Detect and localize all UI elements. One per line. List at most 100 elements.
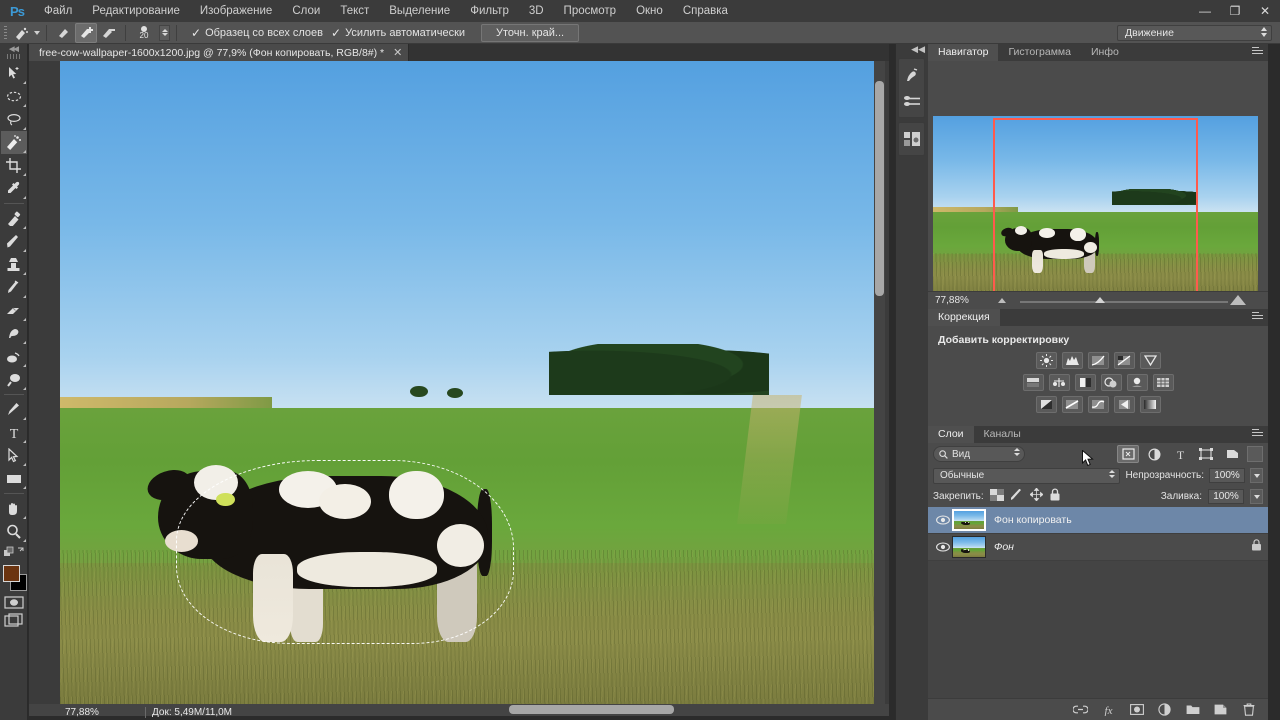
lock-all-icon[interactable] [1049, 487, 1061, 506]
menu-item-layers[interactable]: Слои [282, 0, 330, 22]
options-bar-grip[interactable] [0, 22, 10, 44]
lock-transparent-pixels-icon[interactable] [989, 488, 1004, 506]
vibrance-icon[interactable] [1139, 352, 1161, 369]
canvas-vertical-scrollbar[interactable] [874, 61, 885, 704]
lock-image-pixels-icon[interactable] [1010, 488, 1024, 506]
color-lookup-icon[interactable] [1152, 374, 1174, 391]
zoom-tool[interactable] [1, 520, 27, 543]
invert-icon[interactable] [1035, 396, 1057, 413]
selective-color-icon[interactable] [1113, 396, 1135, 413]
layer-mask-icon[interactable] [1129, 702, 1144, 717]
selection-mode-subtract-button[interactable] [97, 23, 119, 43]
brush-size-preview[interactable]: 20 [132, 23, 156, 43]
history-brush-tool[interactable] [1, 276, 27, 299]
delete-layer-icon[interactable] [1241, 702, 1256, 717]
hue-saturation-icon[interactable] [1022, 374, 1044, 391]
gradient-tool[interactable] [1, 322, 27, 345]
foreground-color-swatch[interactable] [2, 565, 20, 582]
cow-subject[interactable] [143, 428, 525, 647]
smart-object-filter-icon[interactable] [1221, 445, 1243, 463]
close-button[interactable]: ✕ [1250, 0, 1280, 22]
table-row[interactable]: Фон [928, 534, 1268, 561]
lock-position-icon[interactable] [1029, 486, 1044, 506]
navigator-panel-menu-icon[interactable] [1252, 47, 1263, 54]
sample-all-layers-checkbox[interactable]: ✓ Образец со всех слоев [191, 26, 323, 40]
layer-filter-toggle[interactable] [1247, 446, 1263, 462]
brush-tool[interactable] [1, 230, 27, 253]
lasso-tool[interactable] [1, 108, 27, 131]
status-doc-size[interactable]: Док: 5,49М/11,0М [152, 707, 232, 718]
layer-style-icon[interactable]: fx [1101, 702, 1116, 717]
auto-enhance-checkbox[interactable]: ✓ Усилить автоматически [331, 26, 465, 40]
screen-mode-icon[interactable] [1, 611, 27, 629]
vertical-scroll-thumb[interactable] [875, 81, 884, 296]
color-balance-icon[interactable] [1048, 374, 1070, 391]
eraser-tool[interactable] [1, 299, 27, 322]
crop-tool[interactable] [1, 154, 27, 177]
layer-filter-type-select[interactable]: Вид [933, 446, 1025, 462]
close-document-icon[interactable]: ✕ [393, 46, 402, 59]
tab-info[interactable]: Инфо [1080, 44, 1129, 61]
type-tool[interactable]: T [1, 421, 27, 444]
table-row[interactable]: Фон копировать [928, 507, 1268, 534]
color-swatches[interactable] [1, 565, 27, 593]
refine-edge-button[interactable]: Уточн. край... [481, 23, 580, 42]
brush-size-stepper[interactable] [159, 24, 170, 41]
blur-tool[interactable] [1, 345, 27, 368]
brightness-contrast-icon[interactable] [1035, 352, 1057, 369]
pixel-filter-icon[interactable] [1117, 445, 1139, 463]
selection-mode-add-button[interactable] [75, 22, 97, 43]
rail-collapse-button[interactable]: ◀◀ [896, 44, 928, 54]
threshold-icon[interactable] [1087, 396, 1109, 413]
opacity-value[interactable]: 100% [1209, 468, 1245, 483]
tab-histogram[interactable]: Гистограмма [998, 44, 1081, 61]
dodge-tool[interactable] [1, 368, 27, 391]
tab-channels[interactable]: Каналы [973, 426, 1031, 443]
pen-tool[interactable] [1, 398, 27, 421]
menu-item-file[interactable]: Файл [34, 0, 82, 22]
tab-navigator[interactable]: Навигатор [928, 44, 999, 61]
adjustments-panel-icon[interactable] [899, 126, 925, 152]
quick-selection-tool-icon[interactable] [10, 23, 32, 43]
layers-panel-menu-icon[interactable] [1252, 429, 1263, 436]
path-selection-tool[interactable] [1, 444, 27, 467]
tab-layers[interactable]: Слои [928, 426, 974, 443]
zoom-slider-track[interactable] [1020, 301, 1228, 303]
type-filter-icon[interactable]: T [1169, 445, 1191, 463]
marquee-tool[interactable] [1, 85, 27, 108]
move-tool[interactable] [1, 62, 27, 85]
adjustment-filter-icon[interactable] [1143, 445, 1165, 463]
menu-item-filter[interactable]: Фильтр [460, 0, 519, 22]
menu-item-selection[interactable]: Выделение [379, 0, 460, 22]
layer-thumbnail[interactable] [952, 536, 986, 558]
menu-item-window[interactable]: Окно [626, 0, 673, 22]
corrections-panel-menu-icon[interactable] [1252, 312, 1263, 319]
clone-stamp-tool[interactable] [1, 253, 27, 276]
workspace-selector[interactable]: Движение [1117, 25, 1272, 41]
navigator-zoom-value[interactable]: 77,88% [935, 295, 987, 306]
exposure-icon[interactable] [1113, 352, 1135, 369]
zoom-slider-handle[interactable] [1094, 297, 1105, 303]
fill-stepper[interactable] [1250, 489, 1263, 504]
shape-filter-icon[interactable] [1195, 445, 1217, 463]
quick-mask-icon[interactable] [1, 593, 27, 611]
channel-mixer-icon[interactable] [1126, 374, 1148, 391]
menu-item-view[interactable]: Просмотр [554, 0, 627, 22]
hand-tool[interactable] [1, 497, 27, 520]
zoom-in-icon[interactable] [1230, 295, 1246, 305]
layer-visibility-toggle[interactable] [934, 515, 952, 525]
photo-filter-icon[interactable] [1100, 374, 1122, 391]
default-colors-icon[interactable] [1, 543, 27, 561]
layer-visibility-toggle[interactable] [934, 542, 952, 552]
image-canvas[interactable] [60, 61, 875, 704]
tools-panel-collapse[interactable]: ◀◀ [0, 44, 28, 54]
tool-preset-chevron-down-icon[interactable] [34, 30, 40, 35]
new-adjustment-icon[interactable] [1157, 702, 1172, 717]
selection-mode-new-button[interactable] [53, 23, 75, 43]
tab-corrections[interactable]: Коррекция [928, 309, 1000, 326]
navigator-view-rectangle[interactable] [993, 118, 1198, 293]
fill-value[interactable]: 100% [1208, 489, 1244, 504]
levels-icon[interactable] [1061, 352, 1083, 369]
new-layer-icon[interactable] [1213, 702, 1228, 717]
brush-presets-panel-icon[interactable] [899, 88, 925, 114]
